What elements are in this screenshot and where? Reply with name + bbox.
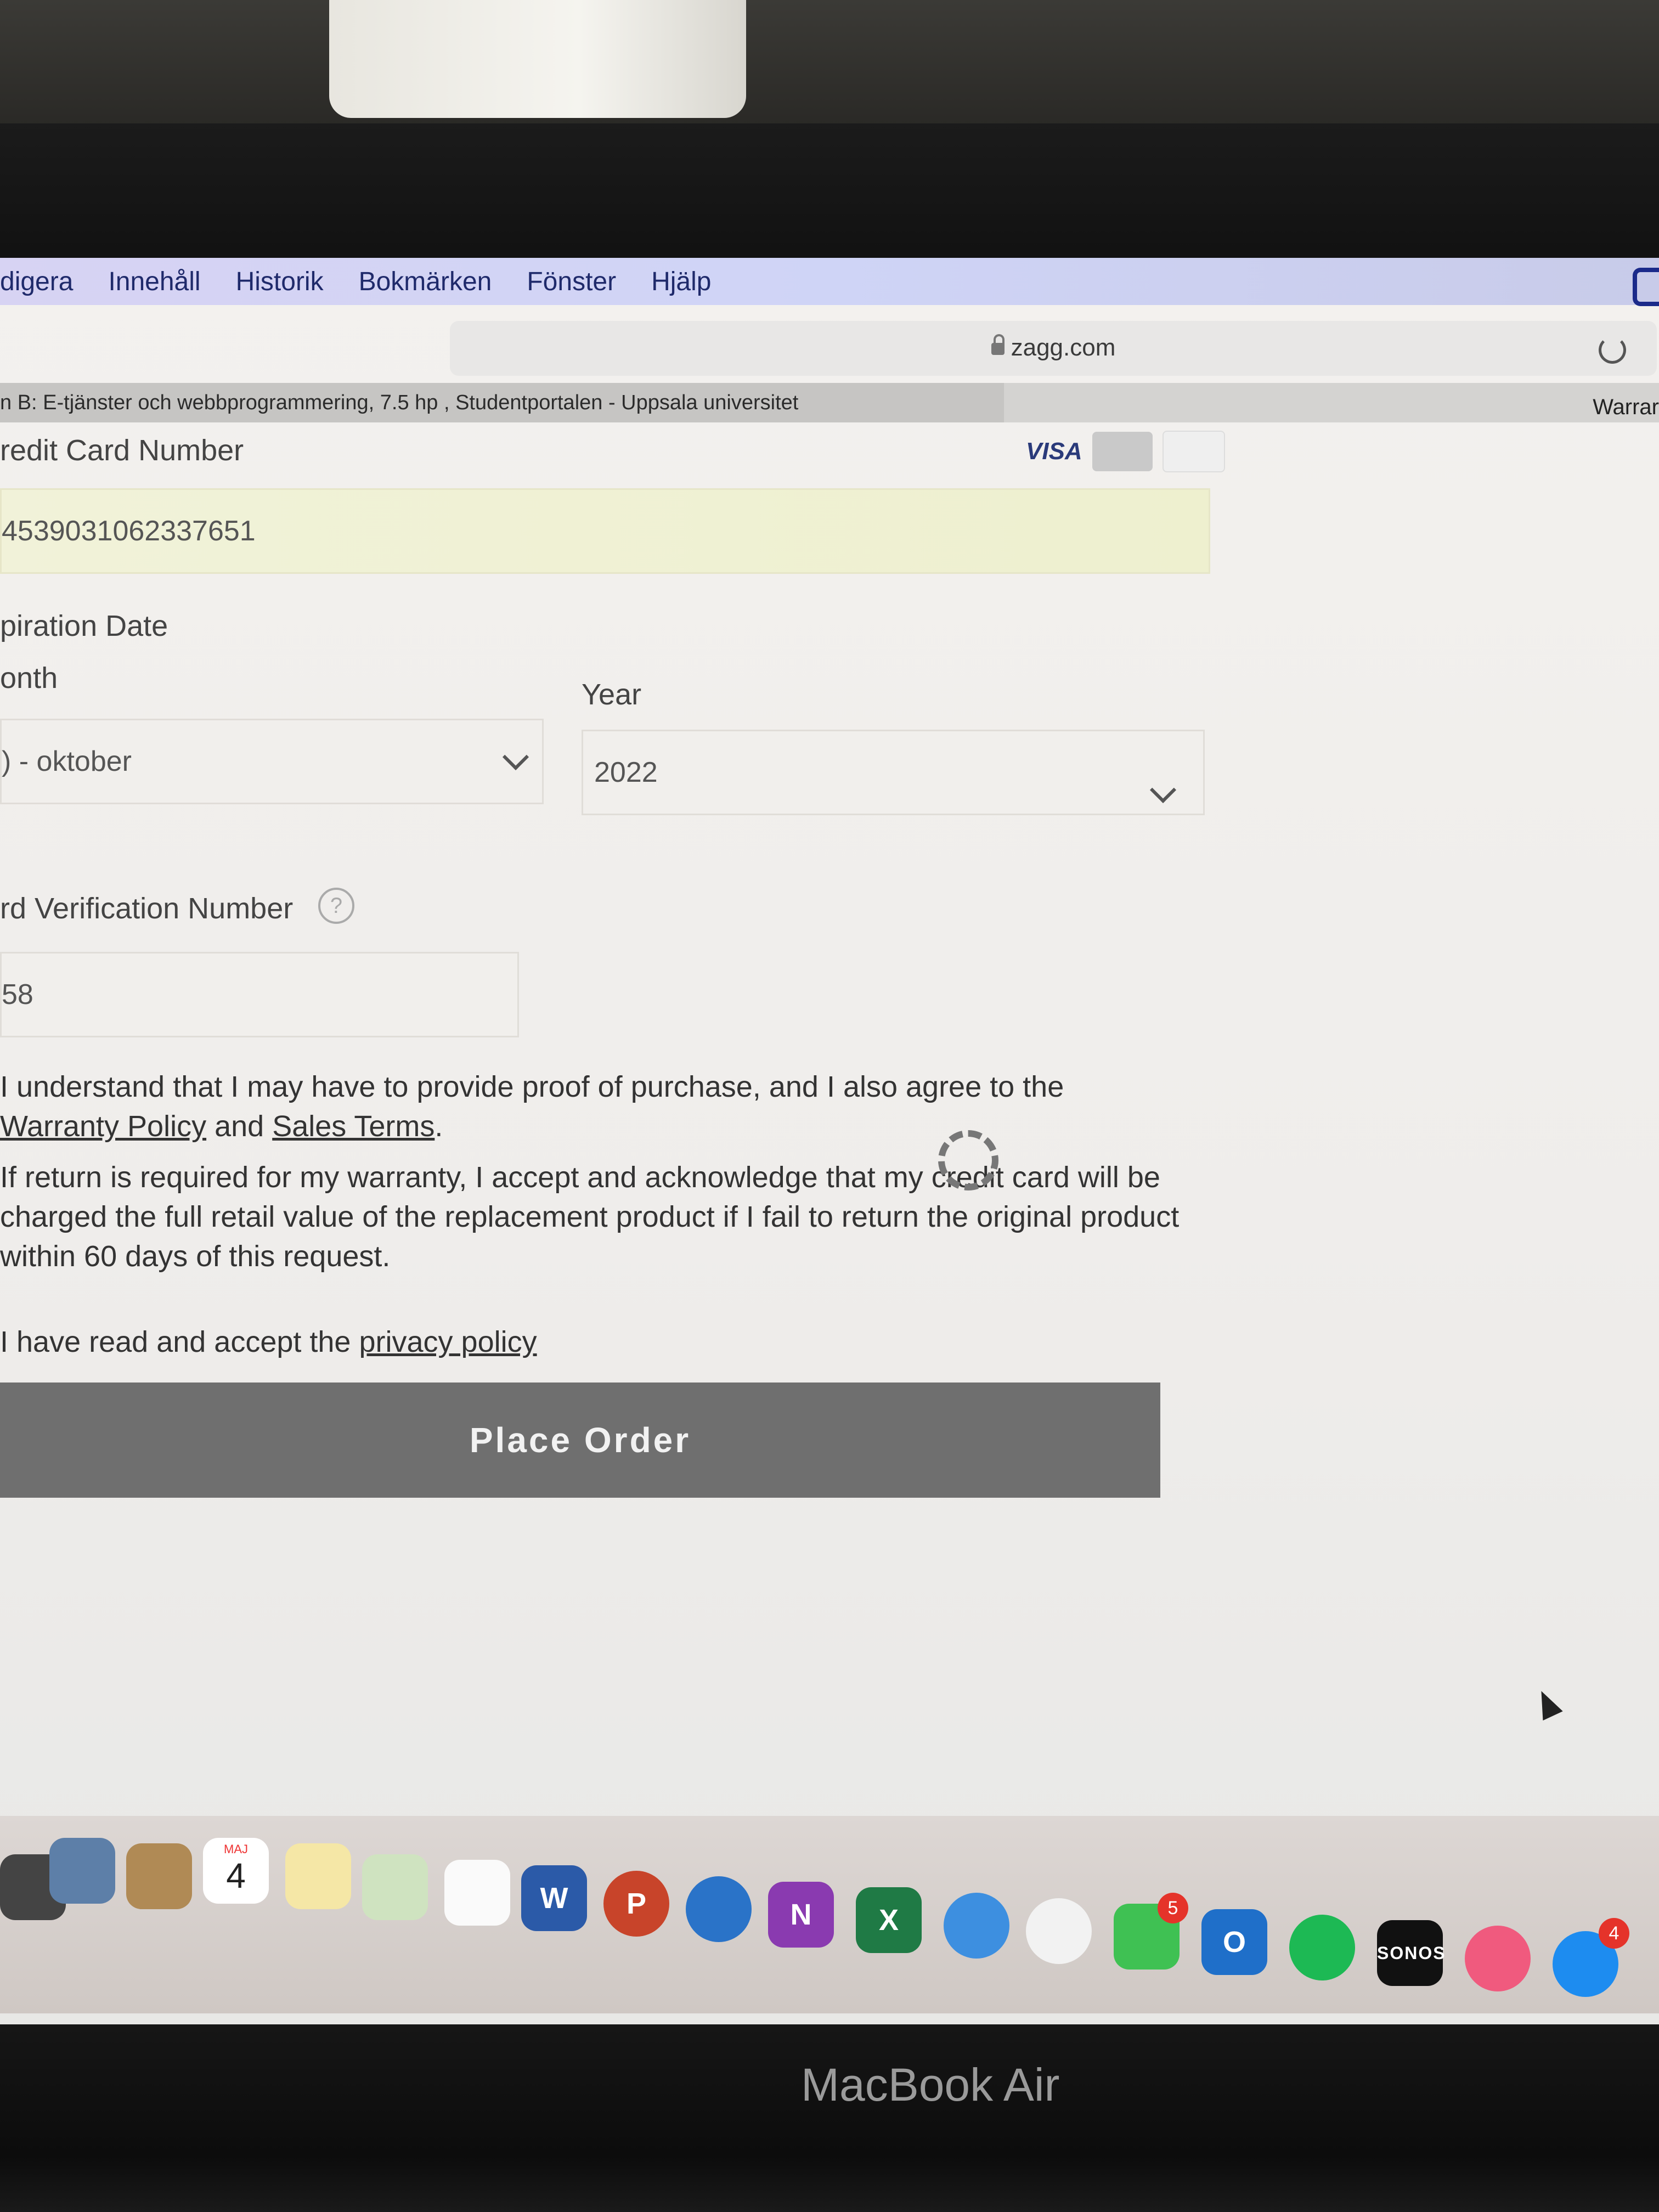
- tab-studentportalen[interactable]: n B: E-tjänster och webbprogrammering, 7…: [0, 383, 1004, 422]
- photos-icon[interactable]: [1026, 1898, 1092, 1964]
- year-label: Year: [582, 678, 642, 711]
- cvn-label: rd Verification Number: [0, 892, 294, 925]
- tab-bar: n B: E-tjänster och webbprogrammering, 7…: [0, 383, 1659, 422]
- excel-icon[interactable]: X: [856, 1887, 922, 1953]
- return-text: If return is required for my warranty, I…: [0, 1161, 1180, 1273]
- agreement-period: .: [435, 1110, 443, 1143]
- address-bar[interactable]: zagg.com: [450, 321, 1657, 376]
- reminders-icon[interactable]: [444, 1860, 510, 1926]
- facetime-icon[interactable]: 5: [1114, 1893, 1188, 1970]
- menu-item-help[interactable]: Hjälp: [651, 267, 711, 297]
- menu-item-bookmarks[interactable]: Bokmärken: [359, 267, 492, 297]
- notes-icon[interactable]: [285, 1843, 351, 1909]
- spotify-icon[interactable]: [1289, 1915, 1355, 1980]
- warranty-policy-link[interactable]: Warranty Policy: [0, 1110, 206, 1143]
- sonos-icon[interactable]: SONOS: [1377, 1920, 1445, 1986]
- photo-background: [0, 0, 1659, 126]
- maps-icon[interactable]: [362, 1854, 428, 1920]
- messages-icon[interactable]: [944, 1893, 1009, 1959]
- cvn-input[interactable]: 58: [0, 952, 519, 1037]
- help-icon[interactable]: ?: [318, 888, 354, 924]
- word-icon[interactable]: W: [521, 1865, 587, 1931]
- sales-terms-link[interactable]: Sales Terms: [272, 1110, 435, 1143]
- cc-label: redit Card Number: [0, 434, 244, 467]
- agreement-text: I understand that I may have to provide …: [0, 1067, 1207, 1146]
- month-value: ) - oktober: [2, 746, 132, 777]
- laptop-bottom-bezel: MacBook Air: [0, 2024, 1659, 2212]
- calendar-month: MAJ: [224, 1842, 248, 1856]
- payment-form: redit Card Number VISA 4539031062337651 …: [0, 422, 1229, 1629]
- menu-item-edit[interactable]: digera: [0, 267, 73, 297]
- laptop-bezel: [0, 123, 1659, 266]
- cc-number-value: 4539031062337651: [2, 515, 256, 547]
- contacts-icon[interactable]: [126, 1843, 192, 1909]
- app-store-icon[interactable]: 4: [1553, 1918, 1629, 1997]
- year-select[interactable]: 2022: [582, 730, 1205, 815]
- month-select[interactable]: ) - oktober: [0, 719, 544, 804]
- month-label: onth: [0, 662, 58, 695]
- dock: MAJ 4 W P N X 5 O SONOS 4: [0, 1816, 1659, 2013]
- mouse-cursor-icon: [1531, 1686, 1563, 1721]
- year-value: 2022: [594, 757, 658, 788]
- powerpoint-icon[interactable]: P: [603, 1871, 669, 1937]
- onedrive-icon[interactable]: [686, 1876, 752, 1942]
- menu-item-content[interactable]: Innehåll: [108, 267, 200, 297]
- menu-bar: digera Innehåll Historik Bokmärken Fönst…: [0, 258, 1659, 306]
- preview-icon[interactable]: [49, 1838, 115, 1904]
- music-icon[interactable]: [1465, 1926, 1531, 1991]
- app-store-badge: 4: [1599, 1918, 1629, 1949]
- expiration-label: piration Date: [0, 610, 168, 642]
- cc-number-input[interactable]: 4539031062337651: [0, 488, 1210, 574]
- lock-icon: [991, 334, 1005, 356]
- chevron-down-icon: [502, 743, 529, 771]
- tab-warranty[interactable]: Warrar: [1593, 395, 1659, 420]
- visa-icon: VISA: [1026, 438, 1082, 465]
- laptop-screen: digera Innehåll Historik Bokmärken Fönst…: [0, 258, 1659, 2024]
- discover-icon: [1162, 431, 1225, 472]
- calendar-day: 4: [226, 1856, 246, 1895]
- place-order-button[interactable]: Place Order: [0, 1383, 1160, 1498]
- privacy-policy-link[interactable]: privacy policy: [359, 1325, 537, 1358]
- menu-item-history[interactable]: Historik: [236, 267, 324, 297]
- card-brands: VISA: [1026, 431, 1225, 472]
- privacy-text: I have read and accept the privacy polic…: [0, 1322, 1207, 1362]
- url-display: zagg.com: [450, 334, 1657, 362]
- menu-item-window[interactable]: Fönster: [527, 267, 616, 297]
- privacy-prefix: I have read and accept the: [0, 1325, 351, 1358]
- facetime-badge: 5: [1158, 1893, 1188, 1923]
- loading-spinner-icon: [938, 1130, 998, 1190]
- device-brand-label: MacBook Air: [801, 2059, 1060, 2111]
- calendar-icon[interactable]: MAJ 4: [203, 1838, 269, 1904]
- agreement-prefix: I understand that I may have to provide …: [0, 1070, 1064, 1103]
- outlook-icon[interactable]: O: [1201, 1909, 1267, 1975]
- onenote-icon[interactable]: N: [768, 1882, 834, 1948]
- menubar-extra-icon[interactable]: [1633, 268, 1659, 306]
- cvn-value: 58: [2, 979, 33, 1011]
- mastercard-icon: [1092, 432, 1153, 471]
- reload-icon[interactable]: [1599, 336, 1626, 364]
- cup-object: [329, 0, 746, 118]
- url-text: zagg.com: [1011, 334, 1116, 361]
- chevron-down-icon: [1149, 776, 1177, 804]
- agreement-and: and: [215, 1110, 264, 1143]
